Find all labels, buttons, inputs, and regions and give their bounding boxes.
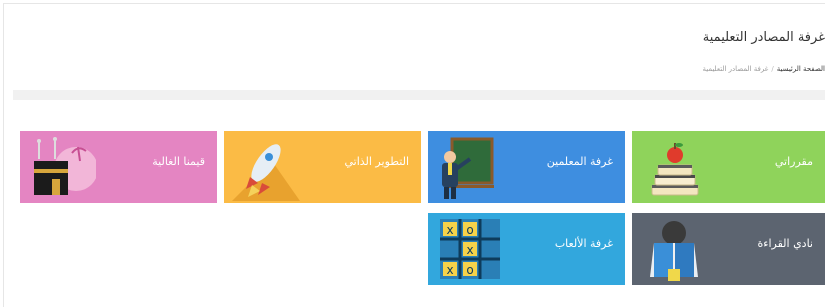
tile-reading-club[interactable]: نادي القراءة xyxy=(632,213,825,285)
tile-label: نادي القراءة xyxy=(757,237,813,250)
breadcrumb: الصفحة الرئيسية/غرفة المصادر التعليمية xyxy=(703,65,825,73)
page-header: غرفة المصادر التعليمية الصفحة الرئيسية/غ… xyxy=(13,10,825,90)
tile-self-development[interactable]: التطوير الذاتي xyxy=(224,131,421,203)
kaaba-icon xyxy=(34,137,96,195)
tile-my-courses[interactable]: مقرراتي xyxy=(632,131,825,203)
tile-label: غرفة المعلمين xyxy=(546,155,613,168)
tile-label: قيمنا الغالية xyxy=(152,155,205,168)
tile-label: مقرراتي xyxy=(774,155,813,168)
teacher-board-icon xyxy=(442,137,494,199)
page-title: غرفة المصادر التعليمية xyxy=(702,30,825,45)
svg-text:x: x xyxy=(446,223,453,237)
breadcrumb-home-link[interactable]: الصفحة الرئيسية xyxy=(777,65,825,73)
tic-tac-toe-icon: x o x x o xyxy=(440,219,500,279)
books-apple-icon xyxy=(651,143,699,196)
tile-label: التطوير الذاتي xyxy=(344,155,409,168)
svg-text:x: x xyxy=(466,243,473,257)
reader-icon xyxy=(650,221,698,281)
tile-our-values[interactable]: قيمنا الغالية xyxy=(20,131,217,203)
tile-teachers-room[interactable]: غرفة المعلمين xyxy=(428,131,625,203)
svg-text:x: x xyxy=(446,263,453,277)
svg-text:o: o xyxy=(466,263,473,277)
rocket-icon xyxy=(232,144,300,201)
header-divider-band xyxy=(13,90,825,100)
svg-text:o: o xyxy=(466,223,473,237)
tile-games-room[interactable]: غرفة الألعاب x o x x o xyxy=(428,213,625,285)
tile-label: غرفة الألعاب xyxy=(554,237,613,250)
breadcrumb-separator: / xyxy=(771,65,774,73)
breadcrumb-current: غرفة المصادر التعليمية xyxy=(702,65,769,73)
